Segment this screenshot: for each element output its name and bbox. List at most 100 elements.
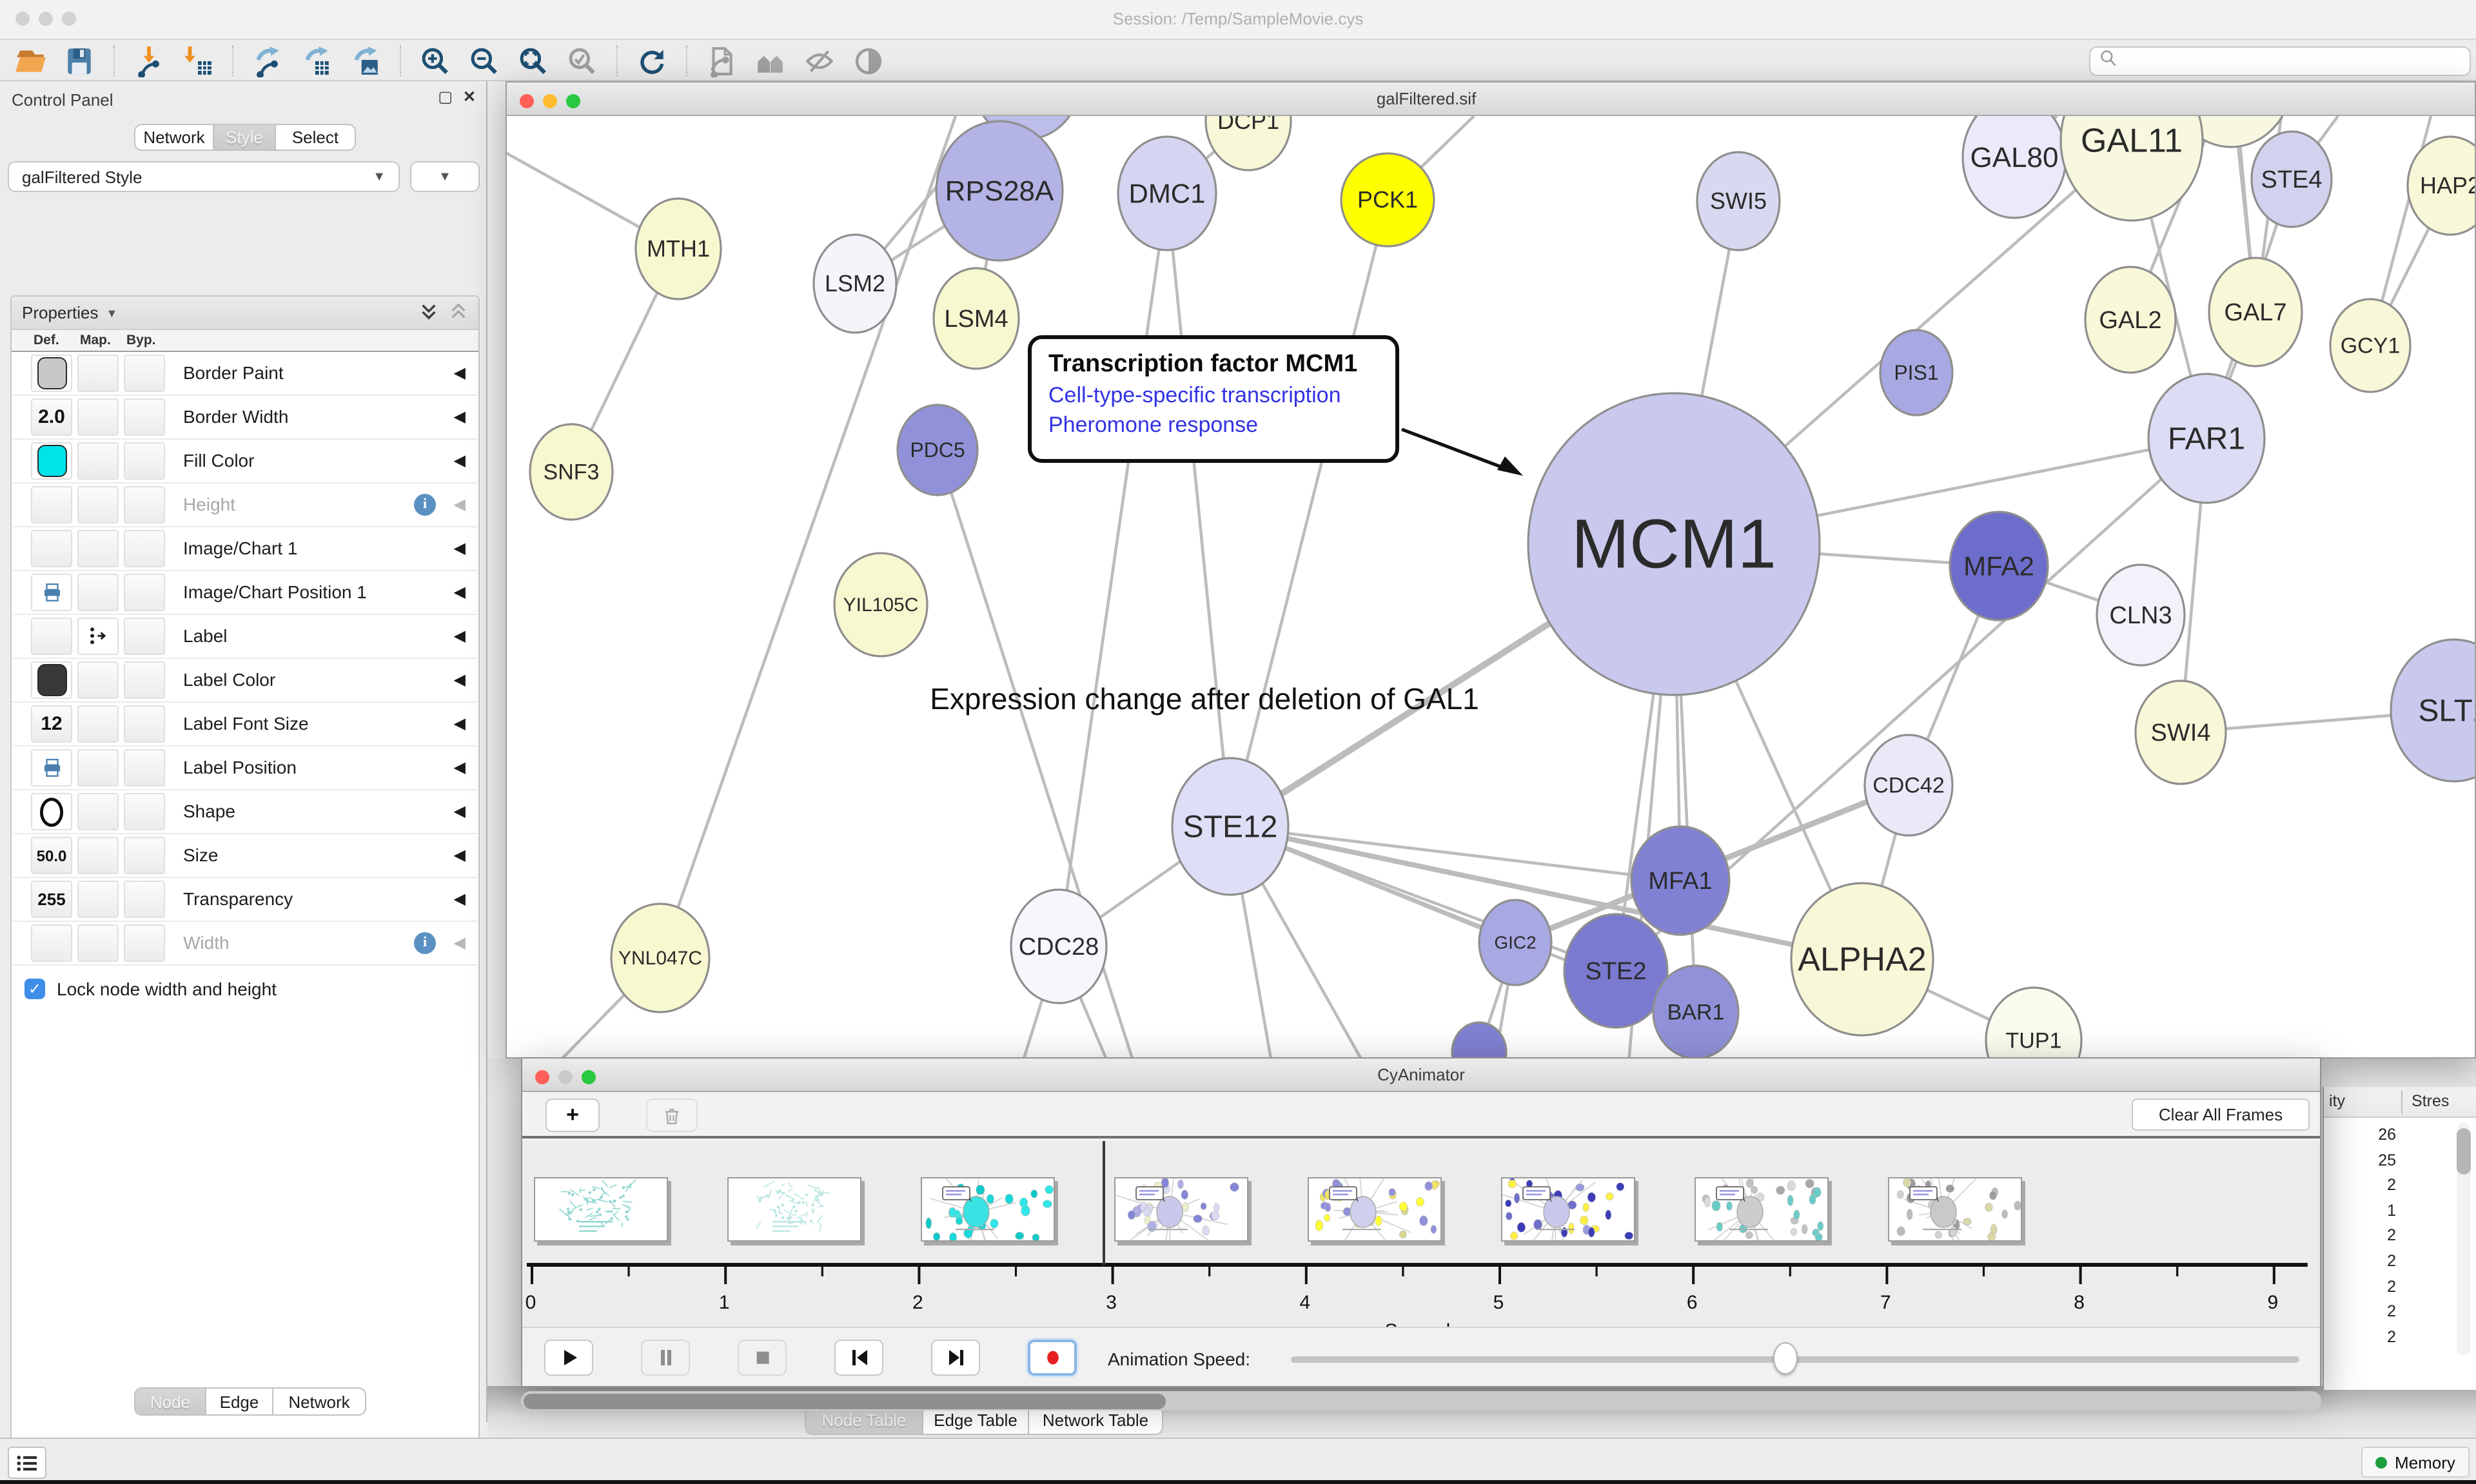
save-session-icon[interactable] bbox=[57, 43, 101, 79]
bypass-cell[interactable] bbox=[124, 574, 165, 611]
network-canvas[interactable]: MTH1LSM2RPS28ADMC1DCP1PCK1SWI5GAL80GAL11… bbox=[507, 116, 2475, 1057]
import-network-icon[interactable] bbox=[126, 43, 170, 79]
property-row-transparency[interactable]: 255Transparency◀ bbox=[13, 878, 477, 922]
panel-tab-network[interactable]: Network bbox=[273, 1387, 366, 1416]
stop-button[interactable] bbox=[738, 1340, 787, 1376]
expand-row-icon[interactable]: ◀ bbox=[454, 627, 466, 645]
expand-row-icon[interactable]: ◀ bbox=[454, 495, 466, 513]
bypass-cell[interactable] bbox=[124, 837, 165, 874]
default-value-cell[interactable]: 2.0 bbox=[31, 398, 72, 436]
bypass-cell[interactable] bbox=[124, 749, 165, 786]
group-icon[interactable] bbox=[748, 43, 792, 79]
property-row-fill-color[interactable]: Fill Color◀ bbox=[13, 440, 477, 483]
hide-details-icon[interactable] bbox=[797, 43, 841, 79]
expand-row-icon[interactable]: ◀ bbox=[454, 583, 466, 601]
open-session-icon[interactable] bbox=[8, 43, 52, 79]
style-options-button[interactable]: ▼ bbox=[410, 161, 480, 192]
bypass-cell[interactable] bbox=[124, 442, 165, 480]
default-value-cell[interactable] bbox=[31, 793, 72, 830]
expand-row-icon[interactable]: ◀ bbox=[454, 802, 466, 820]
add-frame-button[interactable]: + bbox=[545, 1098, 600, 1132]
memory-button[interactable]: Memory bbox=[2361, 1447, 2470, 1478]
mapping-cell[interactable] bbox=[77, 881, 119, 918]
table-header-stres[interactable]: Stres bbox=[2412, 1092, 2449, 1110]
expand-row-icon[interactable]: ◀ bbox=[454, 364, 466, 382]
expand-all-icon[interactable] bbox=[419, 301, 438, 324]
search-input[interactable] bbox=[2089, 46, 2471, 76]
mapping-cell[interactable] bbox=[77, 398, 119, 436]
lock-checkbox[interactable]: ✓ bbox=[25, 979, 45, 999]
frame-thumbnail-3[interactable] bbox=[1114, 1177, 1248, 1242]
frame-thumbnail-6[interactable] bbox=[1695, 1177, 1829, 1242]
table-cell[interactable]: 2 bbox=[2324, 1302, 2396, 1320]
default-value-cell[interactable] bbox=[31, 618, 72, 655]
next-frame-button[interactable] bbox=[931, 1340, 980, 1376]
expand-row-icon[interactable]: ◀ bbox=[454, 539, 466, 557]
frame-thumbnail-1[interactable] bbox=[727, 1177, 861, 1242]
network-node-SMALL1[interactable] bbox=[1452, 1022, 1506, 1057]
expand-row-icon[interactable]: ◀ bbox=[454, 670, 466, 688]
mapping-cell[interactable] bbox=[77, 793, 119, 830]
default-value-cell[interactable]: 12 bbox=[31, 705, 72, 743]
mapping-cell[interactable] bbox=[77, 661, 119, 699]
import-table-icon[interactable] bbox=[175, 43, 219, 79]
table-cell[interactable]: 25 bbox=[2324, 1151, 2396, 1169]
frame-thumbnail-7[interactable] bbox=[1888, 1177, 2022, 1242]
clear-all-frames-button[interactable]: Clear All Frames bbox=[2132, 1098, 2310, 1131]
annotation-link-2[interactable]: Pheromone response bbox=[1048, 413, 1379, 438]
network-window-title-bar[interactable]: galFiltered.sif bbox=[507, 83, 2475, 116]
bypass-cell[interactable] bbox=[124, 618, 165, 655]
frame-thumbnail-4[interactable] bbox=[1308, 1177, 1442, 1242]
mapping-cell[interactable] bbox=[77, 749, 119, 786]
property-row-width[interactable]: Widthi◀ bbox=[13, 922, 477, 966]
property-row-border-width[interactable]: 2.0Border Width◀ bbox=[13, 396, 477, 440]
property-row-label-position[interactable]: Label Position◀ bbox=[13, 747, 477, 790]
property-row-image-chart-1[interactable]: Image/Chart 1◀ bbox=[13, 527, 477, 571]
expand-row-icon[interactable]: ◀ bbox=[454, 451, 466, 469]
default-value-cell[interactable] bbox=[31, 486, 72, 523]
property-row-shape[interactable]: Shape◀ bbox=[13, 790, 477, 834]
animation-speed-knob[interactable] bbox=[1773, 1342, 1798, 1374]
expand-row-icon[interactable]: ◀ bbox=[454, 407, 466, 425]
lock-node-size-row[interactable]: ✓ Lock node width and height bbox=[25, 979, 277, 999]
style-selector[interactable]: galFiltered Style ▼ bbox=[8, 161, 400, 192]
table-cell[interactable]: 2 bbox=[2324, 1277, 2396, 1295]
table-scrollbar-thumb[interactable] bbox=[2457, 1128, 2471, 1175]
panel-tab-edge[interactable]: Edge bbox=[206, 1387, 273, 1416]
timeline-playhead[interactable] bbox=[1103, 1141, 1105, 1265]
table-header-ity[interactable]: ity bbox=[2329, 1092, 2345, 1110]
default-value-cell[interactable] bbox=[31, 661, 72, 699]
expand-row-icon[interactable]: ◀ bbox=[454, 933, 466, 952]
horizontal-scrollbar[interactable] bbox=[521, 1391, 2321, 1411]
property-row-size[interactable]: 50.0Size◀ bbox=[13, 834, 477, 878]
mapping-cell[interactable] bbox=[77, 486, 119, 523]
property-row-height[interactable]: Heighti◀ bbox=[13, 483, 477, 527]
caption-annotation[interactable]: Expression change after deletion of GAL1 bbox=[930, 682, 1479, 716]
annotation-file-icon[interactable] bbox=[699, 43, 743, 79]
refresh-layout-icon[interactable] bbox=[629, 43, 673, 79]
table-cell[interactable]: 26 bbox=[2324, 1126, 2396, 1144]
default-value-cell[interactable] bbox=[31, 924, 72, 962]
bypass-cell[interactable] bbox=[124, 355, 165, 392]
table-cell[interactable]: 2 bbox=[2324, 1227, 2396, 1245]
default-value-cell[interactable]: 50.0 bbox=[31, 837, 72, 874]
info-icon[interactable]: i bbox=[414, 494, 436, 516]
bypass-cell[interactable] bbox=[124, 486, 165, 523]
table-cell[interactable]: 2 bbox=[2324, 1176, 2396, 1194]
mapping-cell[interactable] bbox=[77, 442, 119, 480]
expand-row-icon[interactable]: ◀ bbox=[454, 890, 466, 908]
info-icon[interactable]: i bbox=[414, 932, 436, 954]
close-icon[interactable]: ✕ bbox=[463, 88, 476, 106]
cyanimator-title-bar[interactable]: CyAnimator bbox=[522, 1059, 2320, 1092]
mapping-cell[interactable] bbox=[77, 530, 119, 567]
play-button[interactable] bbox=[544, 1340, 593, 1376]
mapping-cell[interactable] bbox=[77, 618, 119, 655]
tab-network[interactable]: Network bbox=[134, 124, 214, 151]
pause-button[interactable] bbox=[641, 1340, 690, 1376]
mapping-cell[interactable] bbox=[77, 837, 119, 874]
table-cell[interactable]: 2 bbox=[2324, 1252, 2396, 1270]
export-image-icon[interactable] bbox=[343, 43, 387, 79]
expand-row-icon[interactable]: ◀ bbox=[454, 758, 466, 776]
zoom-fit-icon[interactable] bbox=[511, 43, 555, 79]
cyanimator-timeline[interactable]: 0123456789Seconds bbox=[522, 1141, 2320, 1329]
